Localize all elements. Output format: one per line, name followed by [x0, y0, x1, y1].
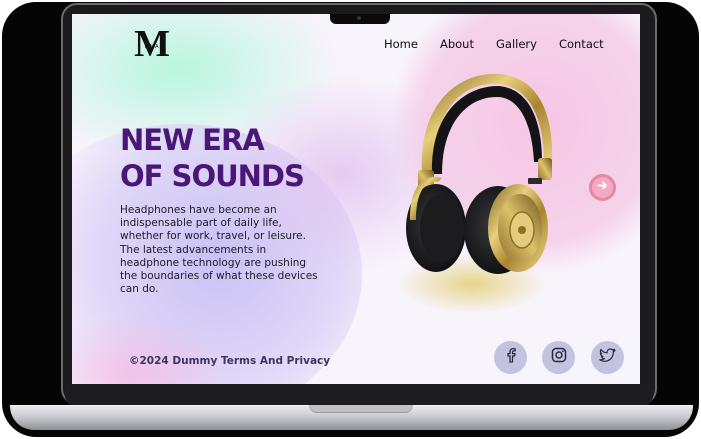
instagram-icon — [551, 347, 567, 368]
laptop-screen: M MMA Home About Gallery Contact NEW ERA… — [72, 14, 640, 384]
twitter-button[interactable] — [591, 341, 624, 374]
hero-description: Headphones have become an indispensable … — [120, 204, 318, 296]
headphones-icon — [402, 70, 562, 280]
nav-home-link[interactable]: Home — [384, 37, 418, 51]
facebook-button[interactable] — [494, 341, 527, 374]
nav-contact-link[interactable]: Contact — [559, 37, 604, 51]
hero-title-line-2: OF SOUNDS — [120, 159, 305, 193]
twitter-icon — [599, 347, 616, 368]
instagram-button[interactable] — [542, 341, 575, 374]
facebook-icon — [504, 347, 518, 368]
copyright-text: ©2024 Dummy Terms And Privacy — [129, 355, 331, 367]
camera-icon — [357, 16, 361, 20]
laptop-chin — [65, 384, 653, 406]
logo-subtext: MMA — [144, 44, 160, 50]
main-nav: Home About Gallery Contact — [384, 37, 626, 51]
nav-gallery-link[interactable]: Gallery — [496, 37, 537, 51]
nav-about-link[interactable]: About — [440, 37, 474, 51]
site-logo[interactable]: M MMA — [130, 24, 174, 64]
hero-title-line-1: NEW ERA — [120, 123, 265, 157]
laptop-opening-notch — [309, 405, 413, 413]
next-slide-button[interactable] — [589, 174, 616, 201]
arrow-right-icon — [596, 179, 609, 197]
hero-title: NEW ERA OF SOUNDS — [120, 122, 360, 194]
